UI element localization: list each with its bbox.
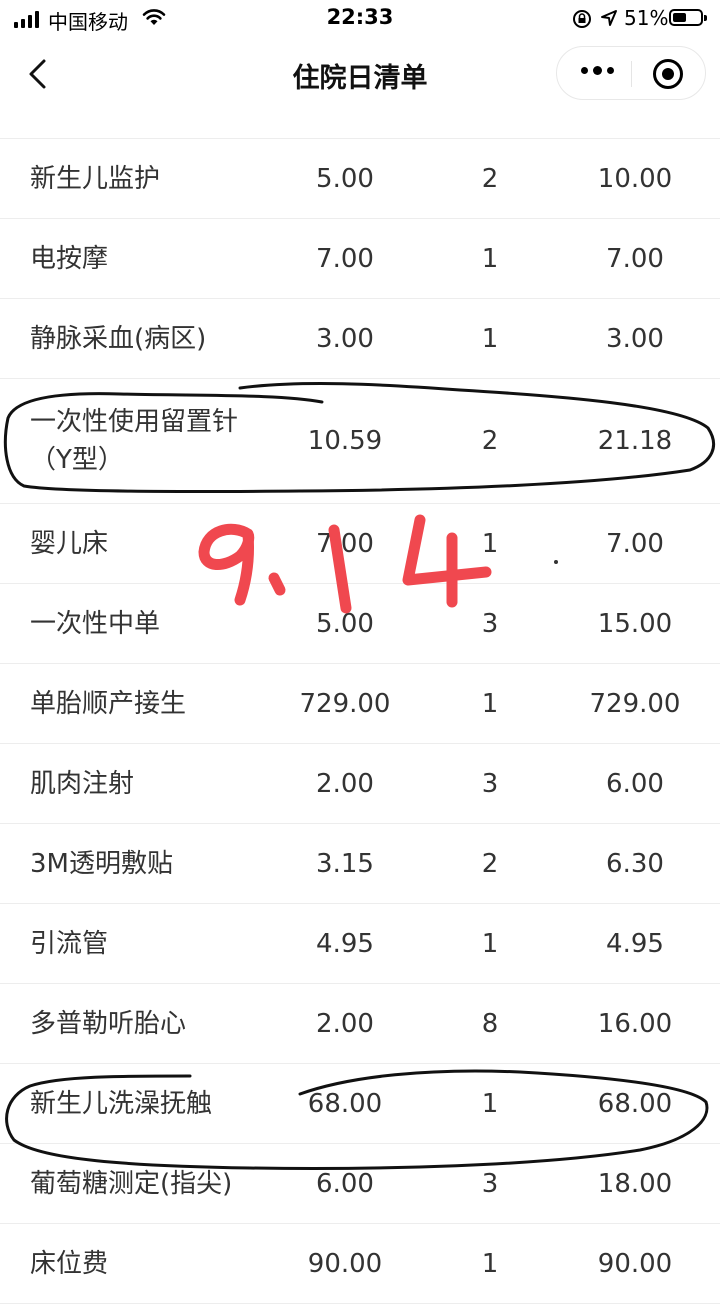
table-row: 一次性使用留置针（Y型） 10.59 2 21.18: [0, 379, 720, 504]
item-total: 729.00: [589, 688, 681, 719]
item-quantity: 1: [481, 1248, 499, 1279]
table-row: 多普勒听胎心 2.00 8 16.00: [0, 984, 720, 1064]
table-row: 一次性中单 5.00 3 15.00: [0, 584, 720, 664]
bill-table: 新生儿监护 5.00 2 10.00 电按摩 7.00 1 7.00 静脉采血(…: [0, 138, 720, 1304]
location-arrow-icon: [601, 10, 617, 26]
item-quantity: 3: [481, 768, 499, 799]
item-total: 21.18: [597, 426, 673, 456]
table-row: 新生儿监护 5.00 2 10.00: [0, 139, 720, 219]
item-price: 68.00: [307, 1088, 383, 1119]
item-total: 6.00: [606, 768, 664, 799]
item-name: 一次性使用留置针（Y型）: [30, 407, 239, 475]
battery-percent: 51%: [624, 6, 669, 30]
item-quantity: 1: [481, 323, 499, 354]
item-total: 90.00: [597, 1248, 673, 1279]
capsule-divider: [631, 61, 632, 87]
target-circle-icon[interactable]: [653, 59, 683, 89]
item-name: 静脉采血(病区): [30, 323, 207, 354]
table-row: 单胎顺产接生 729.00 1 729.00: [0, 664, 720, 744]
item-price: 3.15: [316, 848, 374, 879]
item-quantity: 2: [481, 426, 499, 456]
item-price: 729.00: [299, 688, 391, 719]
item-name: 肌肉注射: [30, 768, 135, 799]
item-name: 葡萄糖测定(指尖): [30, 1168, 233, 1199]
item-quantity: 1: [481, 688, 499, 719]
item-price: 7.00: [316, 528, 374, 559]
item-name: 婴儿床: [30, 528, 109, 559]
item-quantity: 1: [481, 528, 499, 559]
item-quantity: 3: [481, 608, 499, 639]
item-price: 90.00: [307, 1248, 383, 1279]
item-quantity: 3: [481, 1168, 499, 1199]
item-name: 新生儿洗澡抚触: [30, 1088, 213, 1119]
item-price: 2.00: [316, 1008, 374, 1039]
table-row: 葡萄糖测定(指尖) 6.00 3 18.00: [0, 1144, 720, 1224]
battery-fill: [673, 13, 686, 22]
item-price: 5.00: [316, 163, 374, 194]
item-total: 10.00: [597, 163, 673, 194]
item-price: 5.00: [316, 608, 374, 639]
item-name: 单胎顺产接生: [30, 688, 187, 719]
item-total: 3.00: [606, 323, 664, 354]
item-quantity: 1: [481, 928, 499, 959]
rotation-lock-icon: [573, 10, 591, 28]
item-price: 4.95: [316, 928, 374, 959]
item-price: 3.00: [316, 323, 374, 354]
item-name: 床位费: [30, 1248, 109, 1279]
item-total: 16.00: [597, 1008, 673, 1039]
item-total: 7.00: [606, 528, 664, 559]
table-row: 婴儿床 7.00 1 7.00: [0, 504, 720, 584]
item-price: 2.00: [316, 768, 374, 799]
item-total: 4.95: [606, 928, 664, 959]
item-quantity: 1: [481, 243, 499, 274]
item-total: 15.00: [597, 608, 673, 639]
mini-program-capsule: [556, 46, 706, 100]
table-row: 电按摩 7.00 1 7.00: [0, 219, 720, 299]
item-name: 3M透明敷贴: [30, 848, 173, 879]
item-quantity: 2: [481, 163, 499, 194]
item-price: 7.00: [316, 243, 374, 274]
item-price: 10.59: [307, 426, 383, 456]
item-quantity: 1: [481, 1088, 499, 1119]
table-row: 静脉采血(病区) 3.00 1 3.00: [0, 299, 720, 379]
item-name: 多普勒听胎心: [30, 1008, 187, 1039]
nav-bar: 住院日清单: [0, 40, 720, 110]
item-name: 一次性中单: [30, 608, 161, 639]
item-total: 7.00: [606, 243, 664, 274]
status-bar: 中国移动 22:33 51%: [0, 0, 720, 40]
table-row: 床位费 90.00 1 90.00: [0, 1224, 720, 1304]
item-name: 新生儿监护: [30, 163, 161, 194]
table-row: 新生儿洗澡抚触 68.00 1 68.00: [0, 1064, 720, 1144]
item-price: 6.00: [316, 1168, 374, 1199]
table-row: 肌肉注射 2.00 3 6.00: [0, 744, 720, 824]
battery-icon: [669, 9, 707, 26]
item-quantity: 2: [481, 848, 499, 879]
item-quantity: 8: [481, 1008, 499, 1039]
table-row: 引流管 4.95 1 4.95: [0, 904, 720, 984]
item-name: 电按摩: [30, 243, 109, 274]
item-total: 68.00: [597, 1088, 673, 1119]
item-total: 6.30: [606, 848, 664, 879]
more-dots-icon[interactable]: [581, 66, 614, 75]
item-total: 18.00: [597, 1168, 673, 1199]
item-name: 引流管: [30, 928, 109, 959]
table-row: 3M透明敷贴 3.15 2 6.30: [0, 824, 720, 904]
